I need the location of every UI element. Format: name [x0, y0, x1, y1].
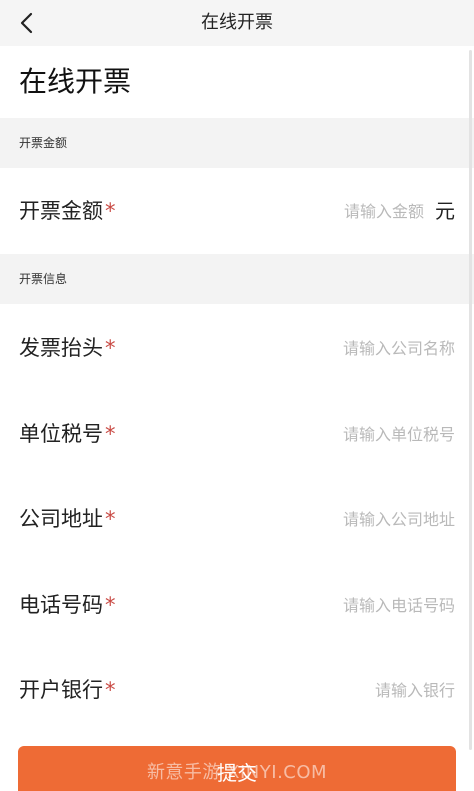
section-title: 开票金额 — [19, 136, 68, 150]
address-input[interactable] — [215, 504, 455, 534]
address-row: 公司地址* — [0, 476, 474, 562]
field-label: 电话号码* — [19, 593, 116, 617]
nav-bar: 在线开票 — [0, 0, 474, 46]
bank-input[interactable] — [215, 675, 455, 705]
invoice-title-row: 发票抬头* — [0, 305, 474, 391]
amount-input[interactable] — [224, 196, 424, 226]
scrollbar[interactable] — [469, 50, 472, 750]
bank-row: 开户银行* — [0, 647, 474, 733]
required-mark: * — [105, 422, 116, 446]
field-label: 开户银行* — [19, 678, 116, 702]
tax-id-input[interactable] — [215, 419, 455, 449]
required-mark: * — [105, 507, 116, 531]
phone-row: 电话号码* — [0, 562, 474, 648]
field-label: 公司地址* — [19, 507, 116, 531]
required-mark: * — [105, 336, 116, 360]
submit-area: 提交 — [18, 746, 456, 791]
required-mark: * — [105, 593, 116, 617]
currency-unit: 元 — [435, 199, 455, 223]
field-label: 开票金额* — [19, 199, 116, 223]
amount-row: 开票金额* 元 — [0, 168, 474, 254]
tax-id-row: 单位税号* — [0, 391, 474, 477]
section-title: 开票信息 — [19, 272, 68, 286]
field-label: 单位税号* — [19, 422, 116, 446]
submit-button[interactable]: 提交 — [18, 746, 456, 791]
section-header-amount: 开票金额 — [0, 118, 474, 168]
required-mark: * — [105, 678, 116, 702]
field-label: 发票抬头* — [19, 336, 116, 360]
phone-input[interactable] — [215, 590, 455, 620]
nav-title: 在线开票 — [201, 12, 273, 33]
page-title: 在线开票 — [19, 65, 132, 98]
required-mark: * — [105, 199, 116, 223]
invoice-title-input[interactable] — [215, 333, 455, 363]
section-header-info: 开票信息 — [0, 254, 474, 304]
